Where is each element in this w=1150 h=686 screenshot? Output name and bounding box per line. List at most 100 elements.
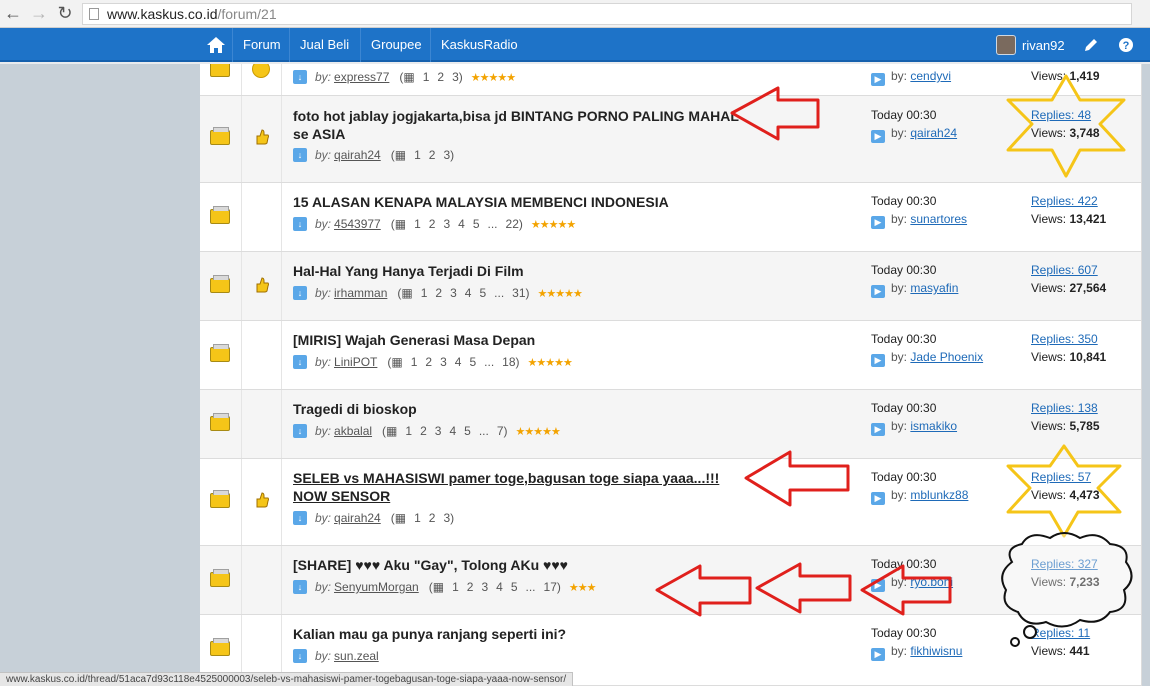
checkbox-icon[interactable]: ↓ xyxy=(293,286,307,300)
thread-author[interactable]: qairah24 xyxy=(334,148,381,162)
goto-last-icon[interactable]: ▶ xyxy=(871,579,885,592)
checkbox-icon[interactable]: ↓ xyxy=(293,217,307,231)
nav-kaskusradio[interactable]: KaskusRadio xyxy=(430,28,528,62)
checkbox-icon[interactable]: ↓ xyxy=(293,70,307,84)
goto-last-icon[interactable]: ▶ xyxy=(871,648,885,661)
last-post-user[interactable]: mblunkz88 xyxy=(910,488,968,502)
views: Views: 27,564 xyxy=(1031,281,1107,295)
last-post: Today 00:30 ▶ by: masyafin xyxy=(871,263,959,298)
thread-title[interactable]: 15 ALASAN KENAPA MALAYSIA MEMBENCI INDON… xyxy=(293,193,743,211)
thread-author[interactable]: express77 xyxy=(334,70,389,84)
thread-list: ↓ by: express77 (▦ 1 2 3) ★★★★★ ▶ by: cendyv… xyxy=(200,64,1142,686)
nav-forum[interactable]: Forum xyxy=(232,28,291,62)
views: Views: 3,748 xyxy=(1031,126,1100,140)
replies-link[interactable]: Replies: 607 xyxy=(1031,261,1106,279)
last-post-user[interactable]: Jade Phoenix xyxy=(910,350,983,364)
replies-link[interactable]: Replies: 48 xyxy=(1031,106,1100,124)
last-post-user[interactable]: ismakiko xyxy=(910,419,957,433)
thread-meta: ↓ by: LiniPOT (▦ 1 2 3 4 5... 18) ★★★★★ xyxy=(293,354,573,370)
thread-title[interactable]: foto hot jablay jogjakarta,bisa jd BINTA… xyxy=(293,107,743,143)
checkbox-icon[interactable]: ↓ xyxy=(293,511,307,525)
url-host: www.kaskus.co.id xyxy=(107,5,218,22)
views: Views: 7,233 xyxy=(1031,575,1100,589)
checkbox-icon[interactable]: ↓ xyxy=(293,355,307,369)
goto-last-icon[interactable]: ▶ xyxy=(871,216,885,229)
thread-stats: Views: 1,419 xyxy=(1031,67,1100,85)
user-menu[interactable]: rivan92 xyxy=(996,28,1065,62)
last-post-user[interactable]: sunartores xyxy=(910,212,967,226)
table-row[interactable]: [SHARE] ♥♥♥ Aku "Gay", Tolong AKu ♥♥♥ ↓ … xyxy=(200,546,1141,615)
page-links: (▦ 1 2 3) xyxy=(390,511,455,525)
thread-author[interactable]: 4543977 xyxy=(334,217,381,231)
last-post-user[interactable]: cendyvi xyxy=(910,69,951,83)
replies-link[interactable]: Replies: 11 xyxy=(1031,624,1090,642)
last-post-user[interactable]: qairah24 xyxy=(910,126,957,140)
thread-meta: ↓ by: qairah24 (▦ 1 2 3) xyxy=(293,510,462,526)
last-post: Today 00:30 ▶ by: fikhiwisnu xyxy=(871,626,963,661)
replies-link[interactable]: Replies: 138 xyxy=(1031,399,1100,417)
goto-last-icon[interactable]: ▶ xyxy=(871,423,885,436)
replies-link[interactable]: Replies: 350 xyxy=(1031,330,1106,348)
thread-stats: Replies: 11 Views: 441 xyxy=(1031,624,1090,660)
page-icon xyxy=(89,7,99,20)
thread-stats: Replies: 138 Views: 5,785 xyxy=(1031,399,1100,435)
address-bar[interactable]: www.kaskus.co.id/forum/21 xyxy=(82,2,1132,25)
checkbox-icon[interactable]: ↓ xyxy=(293,424,307,438)
thread-author[interactable]: qairah24 xyxy=(334,511,381,525)
thread-author[interactable]: akbalal xyxy=(334,424,372,438)
goto-last-icon[interactable]: ▶ xyxy=(871,285,885,298)
table-row[interactable]: SELEB vs MAHASISWI pamer toge,bagusan to… xyxy=(200,459,1141,546)
last-post-user[interactable]: masyafin xyxy=(910,281,958,295)
thread-title[interactable]: [MIRIS] Wajah Generasi Masa Depan xyxy=(293,331,743,349)
rating-stars-icon: ★★★★★ xyxy=(527,356,573,369)
table-row[interactable]: foto hot jablay jogjakarta,bisa jd BINTA… xyxy=(200,96,1141,183)
replies-link[interactable]: Replies: 422 xyxy=(1031,192,1106,210)
last-post-user[interactable]: fikhiwisnu xyxy=(910,644,962,658)
back-arrow-icon[interactable]: ← xyxy=(0,2,26,26)
browser-toolbar: ← → ↻ www.kaskus.co.id/forum/21 xyxy=(0,0,1150,28)
forward-arrow-icon[interactable]: → xyxy=(26,2,52,26)
thread-title[interactable]: [SHARE] ♥♥♥ Aku "Gay", Tolong AKu ♥♥♥ xyxy=(293,556,743,574)
thread-meta: ↓ by: akbalal (▦ 1 2 3 4 5... 7) ★★★★★ xyxy=(293,423,561,439)
nav-groupee[interactable]: Groupee xyxy=(360,28,432,62)
thread-author[interactable]: LiniPOT xyxy=(334,355,377,369)
checkbox-icon[interactable]: ↓ xyxy=(293,580,307,594)
goto-last-icon[interactable]: ▶ xyxy=(871,492,885,505)
goto-last-icon[interactable]: ▶ xyxy=(871,130,885,143)
page-links: (▦ 1 2 3 4 5... 7) xyxy=(382,424,508,438)
checkbox-icon[interactable]: ↓ xyxy=(293,148,307,162)
home-icon[interactable] xyxy=(204,34,228,56)
goto-last-icon[interactable]: ▶ xyxy=(871,73,885,86)
reload-icon[interactable]: ↻ xyxy=(52,2,78,26)
thread-author[interactable]: SenyumMorgan xyxy=(334,580,419,594)
page-links: (▦ 1 2 3 4 5... 31) xyxy=(397,286,530,300)
goto-last-icon[interactable]: ▶ xyxy=(871,354,885,367)
table-row[interactable]: Tragedi di bioskop ↓ by: akbalal (▦ 1 2 3 4 5… xyxy=(200,390,1141,459)
last-post: Today 00:30 ▶ by: ismakiko xyxy=(871,401,958,436)
thread-stats: Replies: 350 Views: 10,841 xyxy=(1031,330,1106,366)
pencil-icon[interactable] xyxy=(1082,36,1100,54)
right-background xyxy=(1142,64,1150,686)
thread-title[interactable]: Hal-Hal Yang Hanya Terjadi Di Film xyxy=(293,262,743,280)
svg-text:?: ? xyxy=(1123,40,1130,52)
table-row[interactable]: Hal-Hal Yang Hanya Terjadi Di Film ↓ by:… xyxy=(200,252,1141,321)
views: Views: 5,785 xyxy=(1031,419,1100,433)
table-row[interactable]: [MIRIS] Wajah Generasi Masa Depan ↓ by: … xyxy=(200,321,1141,390)
thread-meta: ↓ by: irhamman (▦ 1 2 3 4 5... 31) ★★★★★ xyxy=(293,285,583,301)
page-links: (▦ 1 2 3 4 5... 18) xyxy=(387,355,520,369)
thread-title[interactable]: Kalian mau ga punya ranjang seperti ini? xyxy=(293,625,743,643)
checkbox-icon[interactable]: ↓ xyxy=(293,649,307,663)
nav-jual-beli[interactable]: Jual Beli xyxy=(289,28,359,62)
folder-icon xyxy=(210,206,230,224)
table-row[interactable]: 15 ALASAN KENAPA MALAYSIA MEMBENCI INDON… xyxy=(200,183,1141,252)
thread-author[interactable]: irhamman xyxy=(334,286,387,300)
thread-title[interactable]: SELEB vs MAHASISWI pamer toge,bagusan to… xyxy=(293,469,743,505)
site-navbar: Forum Jual Beli Groupee KaskusRadio riva… xyxy=(0,28,1150,62)
help-icon[interactable]: ? xyxy=(1117,36,1135,54)
thread-author[interactable]: sun.zeal xyxy=(334,649,379,663)
replies-link[interactable]: Replies: 57 xyxy=(1031,468,1100,486)
replies-link[interactable]: Replies: 327 xyxy=(1031,555,1100,573)
last-post-user[interactable]: ryo.boni xyxy=(910,575,953,589)
thread-title[interactable]: Tragedi di bioskop xyxy=(293,400,743,418)
table-row[interactable]: ↓ by: express77 (▦ 1 2 3) ★★★★★ ▶ by: cendyv… xyxy=(200,64,1141,96)
